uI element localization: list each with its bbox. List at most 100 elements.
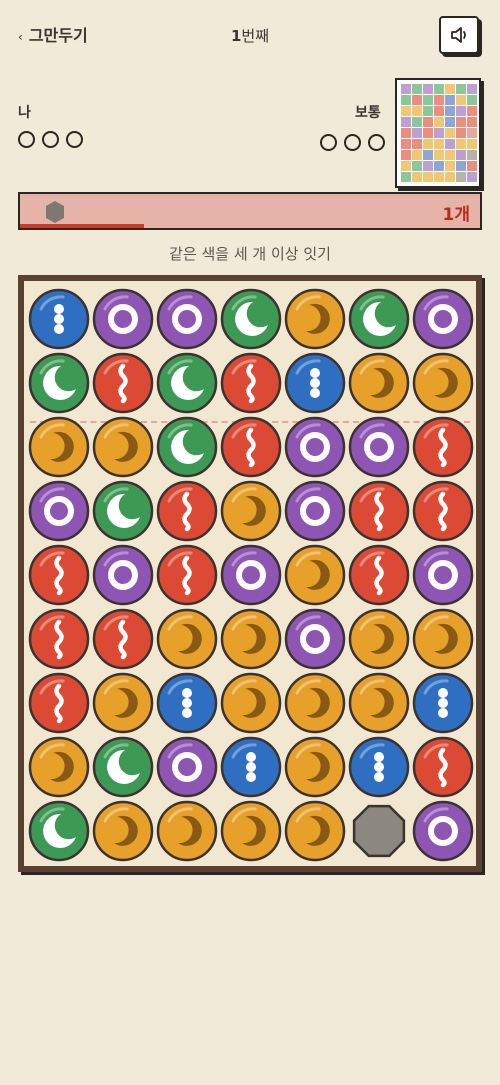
mini-cell — [456, 128, 466, 138]
piece-green-moon[interactable] — [156, 416, 218, 478]
mini-cell — [423, 84, 433, 94]
piece-orange-swirl[interactable] — [92, 672, 154, 734]
piece-red-wave[interactable] — [92, 352, 154, 414]
mini-cell — [412, 128, 422, 138]
mini-cell — [456, 161, 466, 171]
mini-cell — [412, 84, 422, 94]
piece-red-wave[interactable] — [220, 352, 282, 414]
piece-orange-swirl[interactable] — [220, 800, 282, 862]
mini-cell — [423, 106, 433, 116]
mini-cell — [434, 172, 444, 182]
piece-orange-swirl[interactable] — [28, 416, 90, 478]
mini-cell — [412, 139, 422, 149]
mini-cell — [434, 106, 444, 116]
stone-count: 1개 — [442, 205, 470, 225]
piece-red-wave[interactable] — [28, 608, 90, 670]
piece-orange-swirl[interactable] — [284, 736, 346, 798]
piece-blue-dots[interactable] — [348, 736, 410, 798]
mini-cell — [467, 106, 477, 116]
piece-blue-dots[interactable] — [284, 352, 346, 414]
piece-orange-swirl[interactable] — [348, 352, 410, 414]
progress-fill — [20, 224, 145, 228]
piece-orange-swirl[interactable] — [28, 736, 90, 798]
piece-purple-ring[interactable] — [348, 416, 410, 478]
piece-purple-ring[interactable] — [92, 544, 154, 606]
piece-purple-ring[interactable] — [284, 416, 346, 478]
piece-orange-swirl[interactable] — [92, 416, 154, 478]
mini-cell — [445, 128, 455, 138]
mini-cell — [434, 117, 444, 127]
piece-purple-ring[interactable] — [156, 288, 218, 350]
piece-purple-ring[interactable] — [220, 544, 282, 606]
piece-orange-swirl[interactable] — [284, 800, 346, 862]
mini-cell — [434, 95, 444, 105]
piece-orange-swirl[interactable] — [92, 800, 154, 862]
piece-red-wave[interactable] — [28, 544, 90, 606]
piece-purple-ring[interactable] — [156, 736, 218, 798]
piece-blue-dots[interactable] — [156, 672, 218, 734]
piece-orange-swirl[interactable] — [348, 608, 410, 670]
mini-cell — [401, 84, 411, 94]
sound-button[interactable] — [439, 16, 479, 54]
mini-cell — [445, 84, 455, 94]
piece-green-moon[interactable] — [92, 736, 154, 798]
piece-orange-swirl[interactable] — [412, 608, 474, 670]
piece-red-wave[interactable] — [156, 480, 218, 542]
piece-purple-ring[interactable] — [412, 800, 474, 862]
piece-purple-ring[interactable] — [412, 544, 474, 606]
opponent-life-dot — [320, 134, 337, 151]
opponent-mini-board — [395, 78, 481, 188]
top-bar: ‹ 그만두기 1번째 — [0, 0, 500, 70]
piece-red-wave[interactable] — [348, 480, 410, 542]
piece-red-wave[interactable] — [28, 672, 90, 734]
mini-cell — [401, 117, 411, 127]
piece-blue-dots[interactable] — [220, 736, 282, 798]
piece-red-wave[interactable] — [348, 544, 410, 606]
piece-orange-swirl[interactable] — [220, 672, 282, 734]
player-life-dot — [66, 131, 83, 148]
piece-purple-ring[interactable] — [284, 480, 346, 542]
piece-orange-swirl[interactable] — [348, 672, 410, 734]
mini-cell — [445, 95, 455, 105]
piece-orange-swirl[interactable] — [156, 800, 218, 862]
piece-blue-dots[interactable] — [412, 672, 474, 734]
board-surface — [24, 281, 476, 866]
piece-orange-swirl[interactable] — [412, 352, 474, 414]
piece-purple-ring[interactable] — [92, 288, 154, 350]
mini-cell — [412, 161, 422, 171]
mini-cell — [434, 161, 444, 171]
piece-red-wave[interactable] — [92, 608, 154, 670]
opponent-life-dot — [344, 134, 361, 151]
mini-cell — [423, 95, 433, 105]
piece-orange-swirl[interactable] — [220, 480, 282, 542]
piece-red-wave[interactable] — [156, 544, 218, 606]
mini-cell — [445, 172, 455, 182]
piece-red-wave[interactable] — [412, 736, 474, 798]
mini-cell — [467, 95, 477, 105]
piece-gray-stone[interactable] — [352, 804, 406, 858]
piece-red-wave[interactable] — [220, 416, 282, 478]
player-label: 나 — [18, 105, 31, 121]
piece-orange-swirl[interactable] — [284, 544, 346, 606]
piece-purple-ring[interactable] — [284, 608, 346, 670]
piece-green-moon[interactable] — [28, 800, 90, 862]
piece-red-wave[interactable] — [412, 416, 474, 478]
piece-green-moon[interactable] — [156, 352, 218, 414]
mini-cell — [412, 150, 422, 160]
mini-cell — [456, 139, 466, 149]
piece-orange-swirl[interactable] — [156, 608, 218, 670]
piece-orange-swirl[interactable] — [284, 288, 346, 350]
piece-red-wave[interactable] — [412, 480, 474, 542]
piece-green-moon[interactable] — [92, 480, 154, 542]
piece-orange-swirl[interactable] — [284, 672, 346, 734]
piece-purple-ring[interactable] — [28, 480, 90, 542]
mini-cell — [456, 117, 466, 127]
piece-green-moon[interactable] — [28, 352, 90, 414]
piece-purple-ring[interactable] — [412, 288, 474, 350]
piece-green-moon[interactable] — [348, 288, 410, 350]
piece-blue-dots[interactable] — [28, 288, 90, 350]
mini-cell — [434, 128, 444, 138]
piece-green-moon[interactable] — [220, 288, 282, 350]
mini-cell — [467, 117, 477, 127]
piece-orange-swirl[interactable] — [220, 608, 282, 670]
